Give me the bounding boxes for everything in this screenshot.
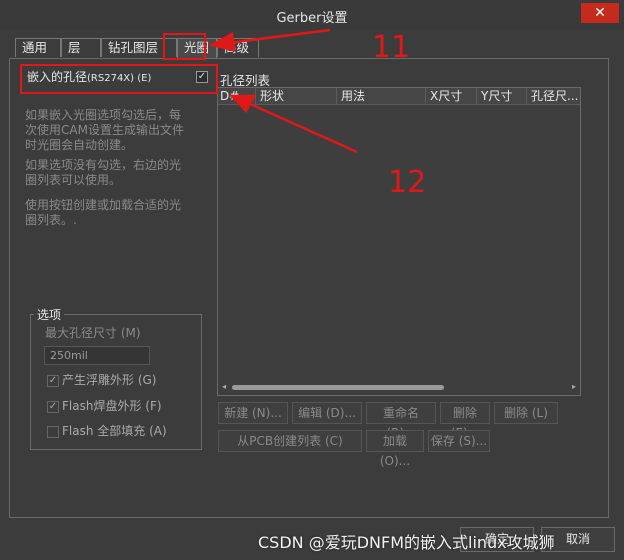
arrow-11-icon	[227, 28, 331, 45]
annotation-number-12: 12	[388, 165, 427, 200]
arrow-12-icon	[247, 101, 358, 154]
annotation-arrows	[208, 28, 358, 154]
arrow-11-head-icon	[208, 32, 236, 52]
annotation-number-11: 11	[372, 30, 411, 65]
arrow-12-head-icon	[229, 94, 257, 114]
